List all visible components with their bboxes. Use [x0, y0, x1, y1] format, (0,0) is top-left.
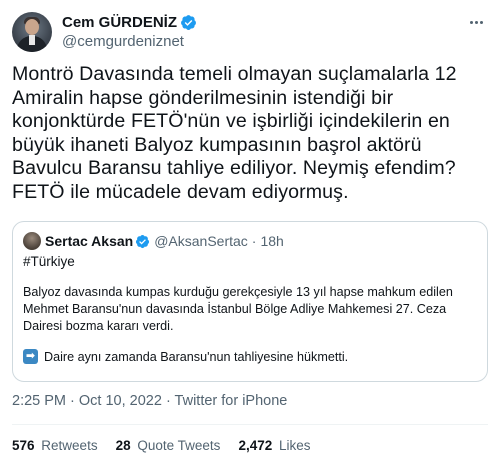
quote-tweets-stat[interactable]: 28 Quote Tweets	[116, 438, 221, 453]
verified-badge-icon	[181, 14, 196, 30]
author-display-name[interactable]: Cem GÜRDENİZ	[62, 14, 177, 31]
quote-tweets-label: Quote Tweets	[137, 437, 221, 453]
quoted-hashtag: #Türkiye	[23, 254, 75, 269]
verified-badge-icon	[136, 234, 150, 248]
divider	[12, 424, 488, 425]
author-handle[interactable]: @cemgurdeniznet	[62, 32, 197, 52]
quoted-tweet-text: Balyoz davasında kumpas kurduğu gerekçes…	[23, 285, 453, 333]
more-options-icon[interactable]	[466, 12, 486, 32]
quoted-tweet-second-text: Daire aynı zamanda Baransu'nun tahliyesi…	[44, 349, 349, 364]
likes-label: Likes	[279, 437, 311, 453]
quoted-author-name: Sertac Aksan	[45, 233, 134, 249]
right-arrow-emoji-icon: ➡	[23, 349, 38, 364]
quoted-tweet-age: 18h	[260, 233, 284, 249]
quoted-author-avatar	[23, 232, 41, 250]
author-avatar[interactable]	[12, 12, 52, 52]
quoted-author-handle: @AksanSertac	[154, 233, 248, 249]
quote-tweets-count: 28	[115, 437, 131, 453]
tweet-text: Montrö Davasında temeli olmayan suçlamal…	[12, 63, 457, 203]
quoted-tweet-header: Sertac Aksan @AksanSertac · 18h	[23, 232, 284, 250]
retweets-count: 576	[12, 437, 35, 453]
author-name-row: Cem GÜRDENİZ	[62, 12, 197, 32]
retweets-stat[interactable]: 576 Retweets	[12, 438, 98, 453]
quoted-tweet-second-line: ➡ Daire aynı zamanda Baransu'nun tahliye…	[23, 349, 348, 364]
likes-stat[interactable]: 2,472 Likes	[238, 438, 310, 453]
tweet-stats: 576 Retweets 28 Quote Tweets 2,472 Likes	[12, 436, 329, 454]
retweets-label: Retweets	[41, 437, 98, 453]
tweet-timestamp[interactable]: 2:25 PM · Oct 10, 2022 · Twitter for iPh…	[12, 393, 287, 409]
meta-separator: ·	[251, 233, 257, 249]
tweet-header: Cem GÜRDENİZ @cemgurdeniznet	[12, 12, 197, 52]
tweet-card: Cem GÜRDENİZ @cemgurdeniznet Montrö Dava…	[0, 0, 500, 464]
likes-count: 2,472	[238, 437, 273, 453]
quoted-tweet[interactable]: Sertac Aksan @AksanSertac · 18h #Türkiye…	[12, 221, 488, 382]
author-names: Cem GÜRDENİZ @cemgurdeniznet	[62, 12, 197, 52]
